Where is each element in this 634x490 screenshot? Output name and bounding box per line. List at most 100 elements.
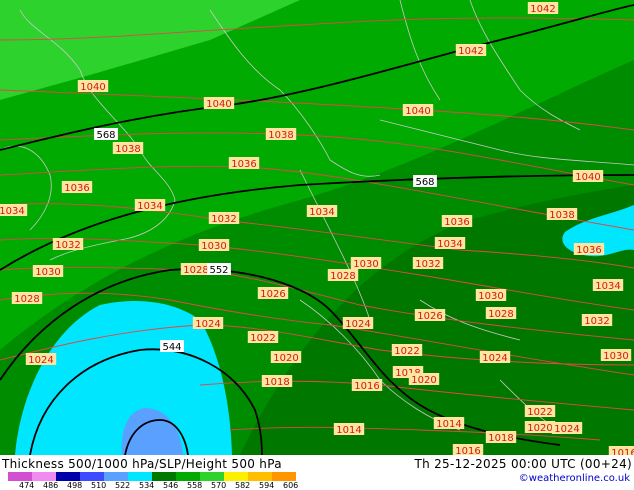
colorbar-swatch	[224, 472, 248, 481]
colorbar-swatch	[200, 472, 224, 481]
isobar-label: 1026	[414, 309, 446, 322]
isobar-label-text: 1028	[183, 265, 208, 276]
credit-link[interactable]: ©weatheronline.co.uk	[519, 473, 630, 484]
isobar-label: 1036	[61, 181, 93, 194]
colorbar-ticks: 474 486 498 510 522 534 546 558 570 582 594 606	[0, 481, 340, 490]
isobar-label: 1034	[306, 205, 338, 218]
isobar-label: 1032	[208, 212, 240, 225]
colorbar-swatch	[176, 472, 200, 481]
isobar-label-text: 1038	[549, 210, 574, 221]
isobar-label-text: 1032	[55, 240, 80, 251]
isobar-label: 1032	[581, 314, 613, 327]
isobar-label: 1018	[485, 431, 517, 444]
isobar-label-text: 1024	[482, 353, 507, 364]
colorbar-swatch	[32, 472, 56, 481]
colorbar-swatch	[128, 472, 152, 481]
isobar-label-text: 1014	[336, 425, 361, 436]
isobar-label: 1024	[25, 353, 57, 366]
weather-map-view: 1042 1042 1040 1040 1040 1038 1038 1040 1036 1036…	[0, 0, 634, 490]
isobar-label: 1022	[247, 331, 279, 344]
isobar-label-text: 1016	[455, 446, 480, 455]
isobar-label: 1026	[257, 287, 289, 300]
isobar-label-text: 1036	[231, 159, 256, 170]
isobar-label: 1028	[180, 263, 212, 276]
isobar-label-text: 1036	[64, 183, 89, 194]
isobar-label-text: 1028	[330, 271, 355, 282]
isobar-label: 1034	[0, 204, 28, 217]
isobar-label: 1038	[546, 208, 578, 221]
isobar-label-text: 1036	[576, 245, 601, 256]
isobar-label: 1040	[402, 104, 434, 117]
isobar-label: 1034	[592, 279, 624, 292]
isobar-label-text: 1040	[405, 106, 430, 117]
isobar-label: 1034	[434, 237, 466, 250]
isobar-label-text: 1018	[488, 433, 513, 444]
isobar-label-text: 1022	[527, 407, 552, 418]
isobar-label-text: 1034	[437, 239, 462, 250]
isobar-label-text: 1024	[28, 355, 53, 366]
isobar-label-text: 1016	[611, 448, 634, 455]
isobar-label: 1020	[408, 373, 440, 386]
colorbar-tick-label: 546	[163, 481, 179, 490]
isobar-label: 1040	[572, 170, 604, 183]
isobar-label: 1028	[11, 292, 43, 305]
isobar-label-text: 1038	[115, 144, 140, 155]
isobar-label-text: 1032	[211, 214, 236, 225]
isobar-label: 1030	[32, 265, 64, 278]
isobar-label-text: 1024	[554, 424, 579, 435]
isobar-label: 1040	[203, 97, 235, 110]
isobar-label-text: 1040	[575, 172, 600, 183]
colorbar-swatch	[56, 472, 80, 481]
colorbar-tick-label: 582	[235, 481, 251, 490]
isobar-label: 1024	[479, 351, 511, 364]
colorbar-tick-label: 510	[91, 481, 107, 490]
isobar-label: 1030	[198, 239, 230, 252]
isobar-label: 1020	[270, 351, 302, 364]
isobar-label-text: 1042	[530, 4, 555, 15]
isobar-label: 1034	[134, 199, 166, 212]
height-contour-label: 568	[94, 128, 118, 141]
height-contour-label: 544	[160, 340, 184, 353]
isobar-label: 1028	[485, 307, 517, 320]
isobar-label: 1032	[412, 257, 444, 270]
isobar-label: 1036	[573, 243, 605, 256]
isobar-label-text: 1020	[411, 375, 436, 386]
isobar-label: 1024	[192, 317, 224, 330]
isobar-label: 1030	[475, 289, 507, 302]
isobar-label-text: 1016	[354, 381, 379, 392]
isobar-label: 1032	[52, 238, 84, 251]
colorbar	[8, 472, 296, 481]
isobar-label-text: 1030	[603, 351, 628, 362]
isobar-label: 1042	[527, 2, 559, 15]
isobar-label: 1042	[455, 44, 487, 57]
isobar-label: 1014	[333, 423, 365, 436]
isobar-label-text: 1030	[478, 291, 503, 302]
isobar-label-text: 1034	[0, 206, 25, 217]
colorbar-tick-label: 594	[259, 481, 275, 490]
isobar-label-text: 1034	[137, 201, 162, 212]
colorbar-swatch	[8, 472, 32, 481]
isobar-label-text: 1036	[444, 217, 469, 228]
colorbar-tick-label: 486	[43, 481, 59, 490]
isobar-label-text: 1022	[250, 333, 275, 344]
isobar-label-text: 1032	[415, 259, 440, 270]
colorbar-tick-label: 570	[211, 481, 227, 490]
isobar-label: 1040	[77, 80, 109, 93]
isobar-label-text: 1018	[264, 377, 289, 388]
isobar-label: 1036	[441, 215, 473, 228]
isobar-label-text: 1034	[309, 207, 334, 218]
colorbar-tick-label: 558	[187, 481, 203, 490]
isobar-label: 1018	[261, 375, 293, 388]
colorbar-swatch	[104, 472, 128, 481]
isobar-label-text: 1024	[345, 319, 370, 330]
isobar-label: 1038	[112, 142, 144, 155]
isobar-label: 1016	[452, 444, 484, 455]
isobar-label-text: 1038	[268, 130, 293, 141]
colorbar-tick-label: 498	[67, 481, 83, 490]
isobar-label: 1028	[327, 269, 359, 282]
map-title: Thickness 500/1000 hPa/SLP/Height 500 hP…	[2, 457, 282, 471]
isobar-label: 1030	[350, 257, 382, 270]
colorbar-tick-label: 534	[139, 481, 155, 490]
colorbar-swatch	[248, 472, 272, 481]
isobar-label-text: 1026	[417, 311, 442, 322]
